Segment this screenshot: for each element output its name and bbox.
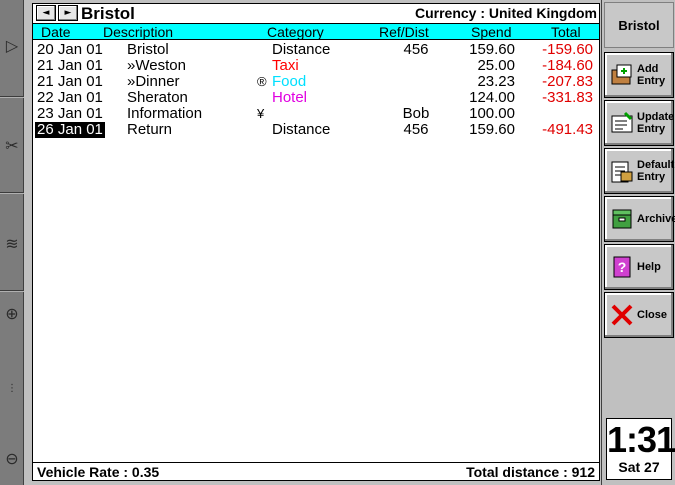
- archive-button[interactable]: Archive: [604, 196, 675, 242]
- close-button[interactable]: Close: [604, 292, 674, 338]
- toolbar-title: Bristol: [604, 2, 674, 48]
- update-entry-icon: [609, 110, 635, 136]
- clock-time: 1:31: [607, 419, 675, 460]
- add-entry-label: Add Entry: [637, 63, 666, 87]
- column-spend[interactable]: Spend: [471, 24, 511, 40]
- entry-spend: 100.00: [469, 105, 515, 122]
- entry-description: Bristol: [127, 41, 169, 58]
- clip-icon[interactable]: ✂: [0, 120, 24, 170]
- entry-total: -491.43: [542, 121, 593, 138]
- toolbar: Bristol Add Entry Update Entry Default E…: [601, 0, 675, 485]
- default-entry-button[interactable]: Default Entry: [604, 148, 674, 194]
- entry-date: 23 Jan 01: [37, 105, 103, 122]
- entry-spend: 159.60: [469, 121, 515, 138]
- system-sidebar: ▷ ✂ ≋ ⊕ ⋮ ⊖: [0, 0, 24, 485]
- column-ref-dist[interactable]: Ref/Dist: [379, 24, 429, 40]
- default-entry-label: Default Entry: [637, 159, 675, 183]
- update-entry-button[interactable]: Update Entry: [604, 100, 674, 146]
- add-entry-icon: [609, 62, 635, 88]
- entry-date: 26 Jan 01: [35, 121, 105, 138]
- column-date[interactable]: Date: [41, 24, 71, 40]
- entry-ref: 456: [403, 121, 429, 138]
- entry-spend: 23.23: [477, 73, 515, 90]
- entry-category: Hotel: [272, 89, 308, 106]
- title-bar: ◄ ► Bristol Currency : United Kingdom: [33, 4, 599, 23]
- update-entry-label: Update Entry: [637, 111, 675, 135]
- column-category[interactable]: Category: [267, 24, 324, 40]
- entry-total: -159.60: [542, 41, 593, 58]
- entry-category: Food: [272, 73, 307, 90]
- status-footer: Vehicle Rate : 0.35 Total distance : 912: [33, 462, 599, 480]
- close-icon: [609, 302, 635, 328]
- entry-description: »Dinner: [127, 73, 180, 90]
- default-entry-icon: [609, 158, 635, 184]
- zoom-in-icon[interactable]: ⊕: [0, 300, 24, 326]
- infrared-icon[interactable]: ≋: [0, 218, 24, 268]
- expense-list-panel: ◄ ► Bristol Currency : United Kingdom Da…: [32, 3, 600, 481]
- entry-description: Return: [127, 121, 173, 138]
- entry-mark: ¥: [257, 106, 265, 121]
- archive-icon: [609, 206, 635, 232]
- total-distance: Total distance : 912: [466, 464, 595, 480]
- entry-spend: 124.00: [469, 89, 515, 106]
- entry-ref: Bob: [402, 105, 430, 122]
- entry-date: 20 Jan 01: [37, 41, 103, 58]
- column-description[interactable]: Description: [103, 24, 173, 40]
- file-title: Bristol: [81, 4, 135, 23]
- clock[interactable]: 1:31 Sat 27: [606, 418, 675, 480]
- table-row[interactable]: 21 Jan 01 »Weston Taxi 25.00 -184.60: [33, 58, 599, 74]
- prev-file-button[interactable]: ◄: [36, 5, 56, 21]
- table-row[interactable]: 23 Jan 01 Information ¥ Bob 100.00: [33, 106, 599, 122]
- entry-description: Information: [127, 105, 203, 122]
- archive-label: Archive: [637, 213, 675, 225]
- vehicle-rate: Vehicle Rate : 0.35: [37, 464, 160, 480]
- entry-category: Distance: [272, 121, 331, 138]
- help-label: Help: [637, 261, 661, 273]
- entry-ref: 456: [403, 41, 429, 58]
- entry-category: Taxi: [272, 57, 299, 74]
- entry-description: »Weston: [127, 57, 186, 74]
- zoom-out-icon[interactable]: ⊖: [0, 445, 24, 471]
- entry-total: -331.83: [542, 89, 593, 106]
- entry-description: Sheraton: [127, 89, 188, 106]
- menu-arrow-icon[interactable]: ▷: [0, 30, 24, 60]
- entry-mark: ®: [257, 74, 267, 89]
- table-row[interactable]: 21 Jan 01 »Dinner ® Food 23.23 -207.83: [33, 74, 599, 90]
- table-row[interactable]: 22 Jan 01 Sheraton Hotel 124.00 -331.83: [33, 90, 599, 106]
- entry-list: 20 Jan 01 Bristol Distance 456 159.60 -1…: [33, 42, 599, 138]
- add-entry-button[interactable]: Add Entry: [604, 52, 674, 98]
- next-file-button[interactable]: ►: [58, 5, 78, 21]
- help-icon: ?: [609, 254, 635, 280]
- close-label: Close: [637, 309, 667, 321]
- table-row[interactable]: 20 Jan 01 Bristol Distance 456 159.60 -1…: [33, 42, 599, 58]
- entry-total: -184.60: [542, 57, 593, 74]
- entry-spend: 159.60: [469, 41, 515, 58]
- entry-spend: 25.00: [477, 57, 515, 74]
- table-row-selected[interactable]: 26 Jan 01 Return Distance 456 159.60 -49…: [33, 122, 599, 138]
- clock-date: Sat 27: [618, 459, 660, 475]
- entry-date: 21 Jan 01: [37, 73, 103, 90]
- entry-date: 21 Jan 01: [37, 57, 103, 74]
- column-header-row: Date Description Category Ref/Dist Spend…: [33, 23, 599, 40]
- svg-text:?: ?: [618, 259, 627, 275]
- entry-category: Distance: [272, 41, 331, 58]
- entry-total: -207.83: [542, 73, 593, 90]
- entry-date: 22 Jan 01: [37, 89, 103, 106]
- column-total[interactable]: Total: [551, 24, 581, 40]
- scroll-dots-icon[interactable]: ⋮: [0, 370, 24, 406]
- currency-label: Currency : United Kingdom: [414, 5, 597, 21]
- help-button[interactable]: ? Help: [604, 244, 674, 290]
